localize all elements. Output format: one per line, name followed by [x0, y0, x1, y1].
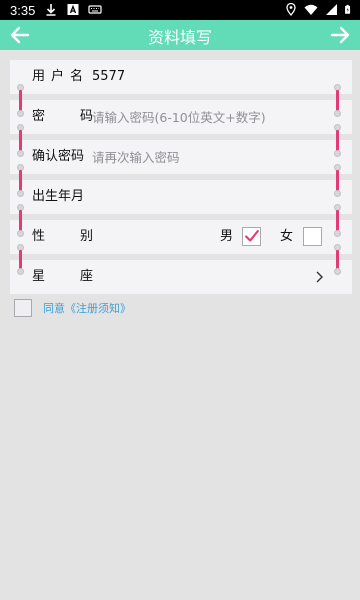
agreement-checkbox[interactable] — [14, 299, 32, 317]
keyboard-icon — [88, 5, 102, 14]
a-icon — [67, 4, 79, 15]
gender-female-checkbox[interactable] — [303, 227, 322, 246]
arrow-right-icon[interactable] — [328, 23, 352, 47]
username-row[interactable]: 用户名 5577 — [10, 60, 352, 94]
location-icon — [286, 2, 296, 16]
checkmark-icon — [245, 230, 259, 242]
page-title: 资料填写 — [147, 28, 212, 47]
constellation-label: 星座 — [32, 269, 129, 284]
signal-icon — [326, 4, 337, 15]
battery-icon — [345, 4, 351, 14]
username-label: 用户名 — [32, 69, 90, 84]
profile-form: 用户名 5577 密码 确认密码 出生年月 性别 男 女 星座 — [10, 60, 352, 300]
agreement-row: 同意《注册须知》 — [14, 298, 131, 318]
confirm-password-label: 确认密码 — [32, 149, 85, 164]
password-row: 密码 — [10, 100, 352, 134]
wifi-icon — [304, 4, 318, 15]
chevron-right-icon — [316, 271, 323, 283]
confirm-password-input[interactable] — [92, 146, 322, 168]
agreement-link[interactable]: 同意《注册须知》 — [43, 300, 131, 316]
birthday-row[interactable]: 出生年月 — [10, 180, 352, 214]
gender-label: 性别 — [32, 229, 129, 244]
password-input[interactable] — [92, 106, 322, 128]
confirm-password-row: 确认密码 — [10, 140, 352, 174]
constellation-row[interactable]: 星座 — [10, 260, 352, 294]
gender-row: 性别 男 女 — [10, 220, 352, 254]
gender-female-label: 女 — [280, 229, 294, 244]
download-icon — [46, 4, 56, 16]
gender-male-checkbox[interactable] — [242, 227, 261, 246]
header-bar: 资料填写 — [0, 20, 360, 50]
gender-male-label: 男 — [220, 229, 234, 244]
username-value[interactable]: 5577 — [92, 60, 125, 94]
birthday-label: 出生年月 — [32, 189, 85, 204]
status-bar: 3:35 — [0, 0, 360, 20]
status-time: 3:35 — [10, 3, 36, 18]
